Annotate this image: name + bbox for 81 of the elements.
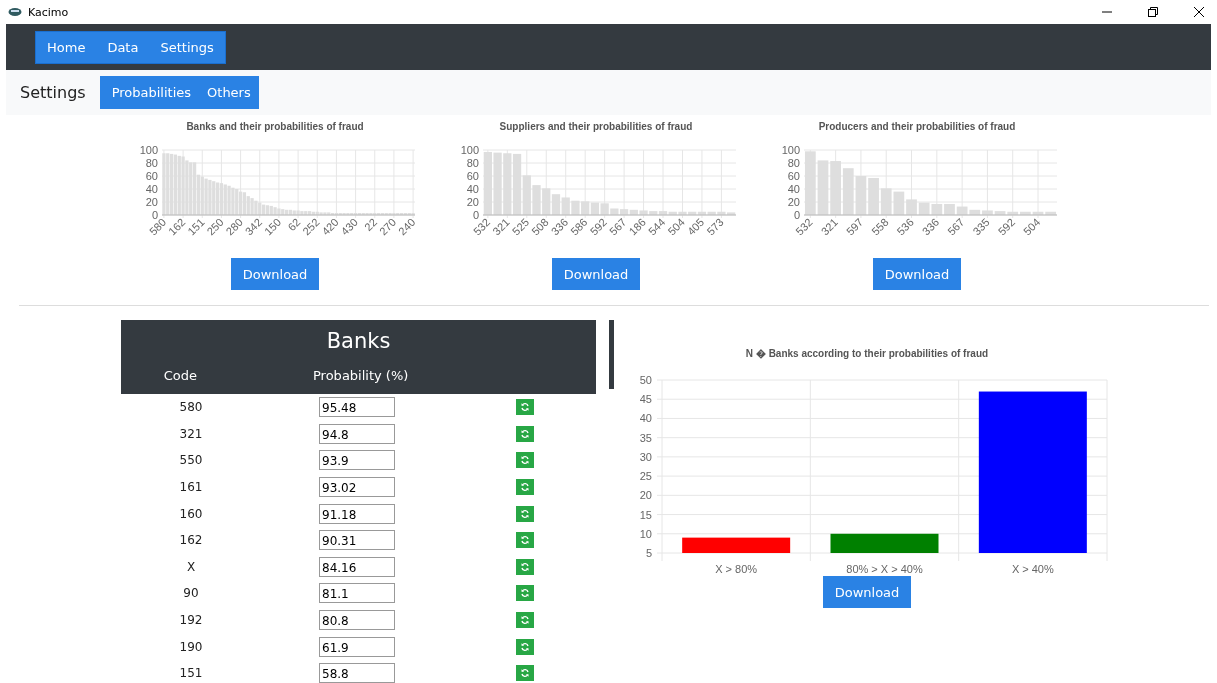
chart-title: N � Banks according to their probabilities of fraud xyxy=(745,347,989,360)
axis-label: 335 xyxy=(970,215,992,238)
axis-label: 567 xyxy=(607,215,629,238)
table-cell-text: 90 xyxy=(182,586,200,601)
axis-label: 20 xyxy=(787,195,800,208)
axis-label: 592 xyxy=(995,215,1018,238)
axis-label: 80 xyxy=(466,156,479,169)
axis-label: 592 xyxy=(587,215,610,238)
axis-label: 544 xyxy=(645,215,668,238)
axis-label: 100 xyxy=(139,144,158,156)
axis-label: 321 xyxy=(490,215,512,238)
axis-label: 40 xyxy=(466,182,479,195)
axis-label: 597 xyxy=(843,215,866,238)
axis-label: X > 40% xyxy=(1011,563,1054,575)
axis-label: 186 xyxy=(626,215,648,238)
axis-label: 250 xyxy=(204,215,226,238)
axis-label: 30 xyxy=(639,450,652,463)
axis-label: 567 xyxy=(945,215,967,238)
axis-label: 80 xyxy=(145,156,158,169)
axis-label: 336 xyxy=(548,215,571,238)
axis-label: 25 xyxy=(639,470,652,483)
table-cell-text: 151 xyxy=(178,666,204,681)
axis-label: 15 xyxy=(639,508,652,521)
axis-label: 60 xyxy=(466,169,479,182)
axis-label: 151 xyxy=(185,215,207,238)
axis-label: 504 xyxy=(665,215,687,238)
table-cell-text: 580 xyxy=(178,400,204,415)
column-header: Probability (%) xyxy=(313,368,409,383)
axis-label: 20 xyxy=(145,195,158,208)
axis-label: 405 xyxy=(684,215,707,238)
axis-label: 0 xyxy=(472,208,479,221)
table-cell-text: 192 xyxy=(178,613,204,628)
axis-label: 60 xyxy=(787,169,800,182)
axis-label: 420 xyxy=(319,215,341,238)
axis-label: 586 xyxy=(568,215,590,238)
axis-label: 430 xyxy=(338,215,360,238)
axis-label: 62 xyxy=(285,215,303,234)
chart-title: Suppliers and their probabilities of fraud xyxy=(499,121,693,132)
table-cell-text: 321 xyxy=(178,426,204,441)
chart-title: Producers and their probabilities of fraud xyxy=(818,121,1016,132)
axis-label: 50 xyxy=(639,374,652,386)
axis-label: 35 xyxy=(639,431,652,444)
axis-label: X > 80% xyxy=(715,563,758,575)
axis-label: 0 xyxy=(151,208,158,221)
axis-label: 508 xyxy=(529,215,551,238)
axis-label: 252 xyxy=(300,215,322,238)
axis-label: 40 xyxy=(145,182,158,195)
axis-label: 536 xyxy=(894,215,916,238)
axis-label: 80% > X > 40% xyxy=(846,563,923,575)
page-title: Settings xyxy=(20,83,86,102)
table-cell-text: X xyxy=(185,559,197,574)
axis-label: 162 xyxy=(166,215,188,238)
axis-label: 280 xyxy=(223,215,245,238)
axis-label: 321 xyxy=(818,215,841,238)
table-cell-text: 550 xyxy=(178,453,204,468)
column-header: Code xyxy=(162,368,197,383)
table-cell-text: 190 xyxy=(178,639,204,654)
axis-label: 10 xyxy=(639,527,652,540)
axis-label: 558 xyxy=(869,215,891,238)
axis-label: 336 xyxy=(919,215,942,238)
axis-label: 60 xyxy=(145,169,158,182)
table-cell-text: 160 xyxy=(178,506,204,521)
axis-label: 5 xyxy=(645,547,652,559)
axis-label: 40 xyxy=(787,182,800,195)
axis-label: 20 xyxy=(466,195,479,208)
axis-label: 240 xyxy=(396,215,418,238)
axis-label: 0 xyxy=(793,208,800,221)
table-cell-text: 161 xyxy=(178,480,204,495)
axis-label: 40 xyxy=(639,412,652,425)
axis-label: 573 xyxy=(704,215,726,238)
axis-label: 504 xyxy=(1020,215,1043,238)
axis-label: 100 xyxy=(781,144,800,156)
table-cell-text: 162 xyxy=(178,533,204,548)
axis-label: 80 xyxy=(787,156,800,169)
axis-label: 45 xyxy=(639,393,652,406)
axis-label: 525 xyxy=(509,215,532,238)
chart-title: Banks and their probabilities of fraud xyxy=(186,121,364,132)
table-title: Banks xyxy=(325,328,392,355)
axis-label: 100 xyxy=(460,144,479,156)
axis-label: 20 xyxy=(639,489,652,502)
window-title: Kacimo xyxy=(28,5,69,19)
